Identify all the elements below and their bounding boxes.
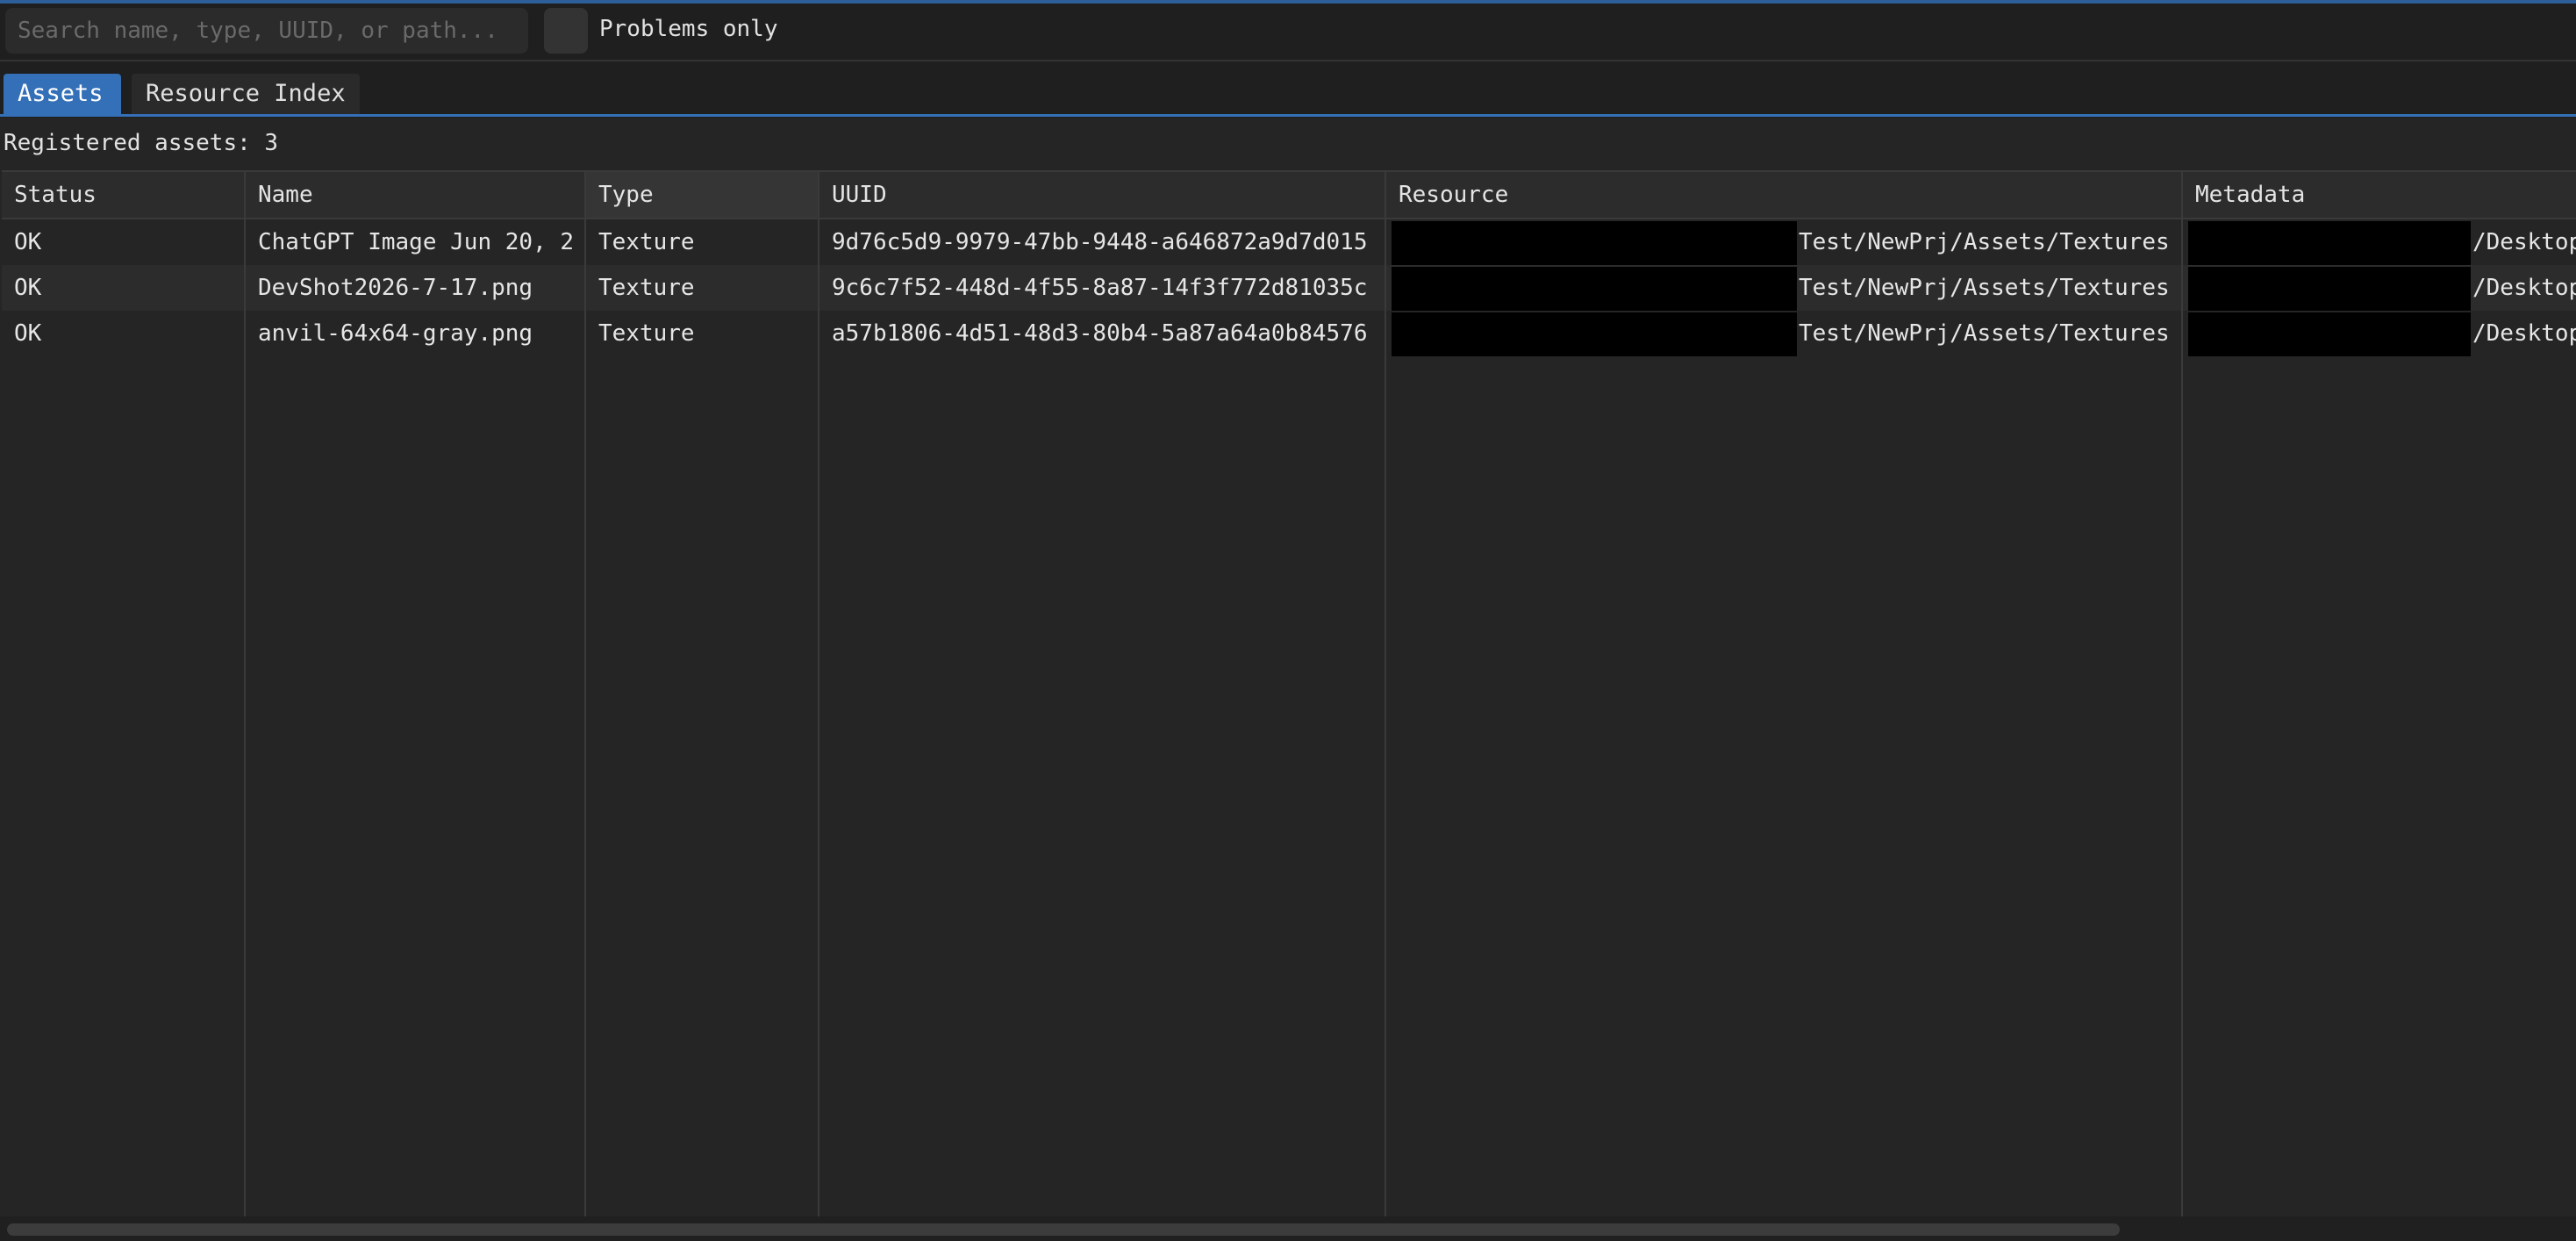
column-divider[interactable] (1385, 172, 1386, 1218)
cell-type: Texture (598, 229, 695, 255)
tab-bar: Assets Resource Index (0, 60, 2576, 118)
cell-type: Texture (598, 275, 695, 301)
problems-only-checkbox[interactable] (544, 8, 588, 54)
column-header-name[interactable]: Name (246, 172, 584, 218)
tab-resource-index[interactable]: Resource Index (132, 74, 360, 114)
cell-metadata: /Desktop (2472, 275, 2576, 301)
registered-assets-count: Registered assets: 3 (4, 130, 279, 156)
cell-resource: Test/NewPrj/Assets/Textures (1799, 229, 2170, 255)
cell-uuid: a57b1806-4d51-48d3-80b4-5a87a64a0b84576 (832, 320, 1368, 347)
cell-metadata: /Desktop (2472, 229, 2576, 255)
column-divider[interactable] (244, 172, 246, 1218)
column-header-status[interactable]: Status (2, 172, 244, 218)
cell-type: Texture (598, 320, 695, 347)
problems-only-label[interactable]: Problems only (599, 16, 778, 42)
search-input[interactable] (5, 8, 528, 54)
redacted-metadata-path (2188, 312, 2471, 356)
cell-metadata: /Desktop (2472, 320, 2576, 347)
column-divider[interactable] (584, 172, 586, 1218)
cell-name: anvil-64x64-gray.png (258, 320, 533, 347)
cell-uuid: 9d76c5d9-9979-47bb-9448-a646872a9d7d015 (832, 229, 1368, 255)
column-header-resource[interactable]: Resource (1386, 172, 2181, 218)
redacted-metadata-path (2188, 267, 2471, 311)
table-header: Status Name Type UUID Resource Metadata (2, 172, 2576, 219)
asset-browser-window: Problems only Assets Resource Index Regi… (0, 0, 2576, 1241)
table-row[interactable]: OK anvil-64x64-gray.png Texture a57b1806… (2, 311, 2576, 356)
column-header-metadata[interactable]: Metadata (2183, 172, 2576, 218)
horizontal-scrollbar[interactable] (0, 1216, 2576, 1241)
table-row[interactable]: OK DevShot2026-7-17.png Texture 9c6c7f52… (2, 265, 2576, 311)
table-row[interactable]: OK ChatGPT Image Jun 20, 2 Texture 9d76c… (2, 219, 2576, 265)
cell-resource: Test/NewPrj/Assets/Textures (1799, 320, 2170, 347)
redacted-resource-path (1392, 267, 1797, 311)
column-divider[interactable] (818, 172, 819, 1218)
horizontal-scrollbar-thumb[interactable] (7, 1223, 2120, 1236)
cell-status: OK (14, 320, 42, 347)
cell-resource: Test/NewPrj/Assets/Textures (1799, 275, 2170, 301)
tab-assets[interactable]: Assets (4, 74, 121, 114)
redacted-resource-path (1392, 312, 1797, 356)
cell-name: ChatGPT Image Jun 20, 2 (258, 229, 575, 255)
column-divider[interactable] (2181, 172, 2183, 1218)
tab-underline (0, 114, 2576, 117)
cell-name: DevShot2026-7-17.png (258, 275, 533, 301)
toolbar: Problems only (0, 4, 2576, 60)
redacted-metadata-path (2188, 221, 2471, 265)
redacted-resource-path (1392, 221, 1797, 265)
cell-uuid: 9c6c7f52-448d-4f55-8a87-14f3f772d81035c (832, 275, 1368, 301)
cell-status: OK (14, 275, 42, 301)
column-header-type[interactable]: Type (586, 172, 818, 218)
assets-table: Status Name Type UUID Resource Metadata … (2, 170, 2576, 1218)
column-header-uuid[interactable]: UUID (819, 172, 1385, 218)
cell-status: OK (14, 229, 42, 255)
